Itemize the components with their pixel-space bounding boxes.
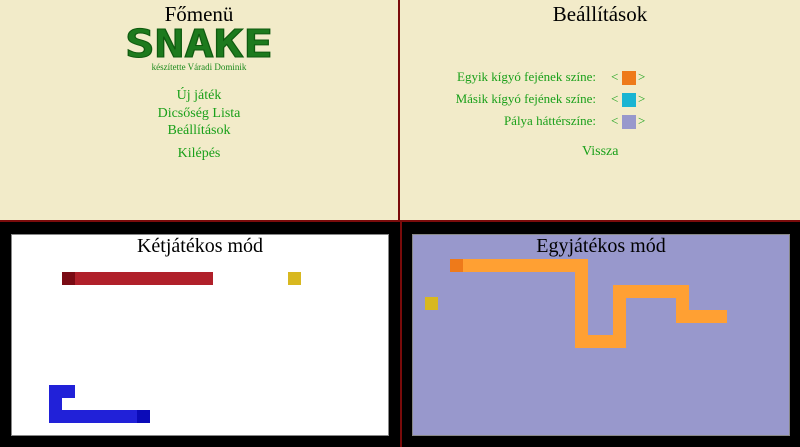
orange-snake-body [676, 310, 727, 323]
food-item [288, 272, 301, 285]
back-button[interactable]: Vissza [582, 144, 618, 160]
next-color-button[interactable]: > [638, 91, 645, 107]
food-item [425, 297, 438, 310]
setting-row-board-bg: Pálya háttérszíne: < > [400, 113, 800, 131]
orange-snake-body [450, 259, 588, 272]
next-color-button[interactable]: > [638, 113, 645, 129]
blue-snake-body [49, 410, 150, 423]
next-color-button[interactable]: > [638, 69, 645, 85]
two-player-board: Kétjátékos mód [11, 234, 389, 436]
menu-exit[interactable]: Kilépés [0, 146, 398, 162]
snake-logo: SNAKE [0, 26, 398, 60]
one-player-preview: Egyjátékos mód [402, 222, 800, 447]
settings-title: Beállítások [552, 2, 648, 26]
one-player-board: Egyjátékos mód [412, 234, 790, 436]
color-swatch [622, 93, 636, 107]
main-menu-panel: Főmenü SNAKE készítette Váradi Dominik Ú… [0, 0, 400, 222]
setting-row-second-head: Másik kígyó fejének színe: < > [400, 91, 800, 109]
color-swatch [622, 71, 636, 85]
credit-text: készítette Váradi Dominik [151, 62, 247, 72]
orange-snake-head [450, 259, 463, 272]
logo-text: SNAKE [125, 26, 273, 60]
blue-snake-head [137, 410, 150, 423]
red-snake-head [62, 272, 75, 285]
main-menu-title: Főmenü [164, 2, 234, 26]
menu-hall-of-fame[interactable]: Dicsőség Lista [0, 106, 398, 122]
prev-color-button[interactable]: < [611, 69, 618, 85]
setting-label: Pálya háttérszíne: [503, 113, 596, 128]
one-player-title: Egyjátékos mód [536, 235, 666, 257]
two-player-preview: Kétjátékos mód [0, 222, 402, 447]
prev-color-button[interactable]: < [611, 91, 618, 107]
red-snake-body [62, 272, 213, 285]
menu-new-game[interactable]: Új játék [0, 88, 398, 104]
setting-label: Egyik kígyó fejének színe: [457, 69, 596, 84]
color-swatch [622, 115, 636, 129]
menu-settings[interactable]: Beállítások [0, 123, 398, 139]
setting-row-first-head: Egyik kígyó fejének színe: < > [400, 69, 800, 87]
settings-panel: Beállítások Egyik kígyó fejének színe: <… [400, 0, 800, 222]
two-player-title: Kétjátékos mód [136, 235, 264, 257]
setting-label: Másik kígyó fejének színe: [455, 91, 596, 106]
prev-color-button[interactable]: < [611, 113, 618, 129]
